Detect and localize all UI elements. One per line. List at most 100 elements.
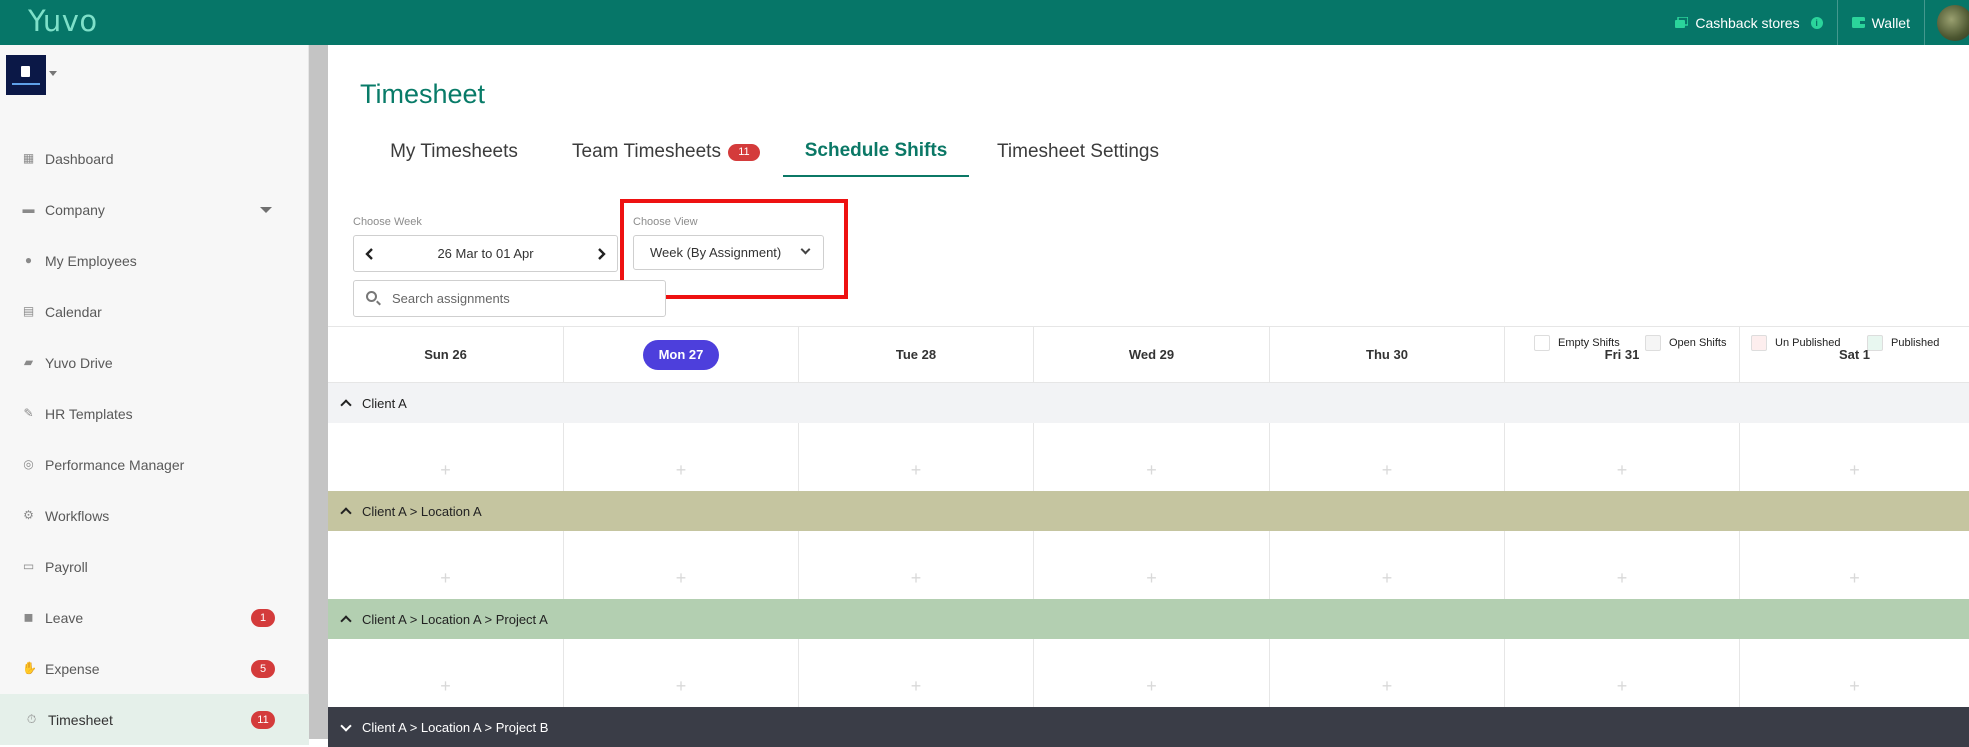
day-label: Tue 28 — [895, 347, 937, 362]
next-week-button[interactable] — [585, 236, 617, 271]
sidebar-item-calendar[interactable]: ▤ Calendar — [0, 286, 309, 337]
add-shift-icon[interactable]: + — [1849, 461, 1860, 479]
add-shift-icon[interactable]: + — [1617, 569, 1628, 587]
shift-cell[interactable]: + — [328, 639, 564, 707]
tab-label: Schedule Shifts — [804, 140, 948, 161]
wallet-link[interactable]: Wallet — [1838, 0, 1924, 45]
shift-cell[interactable]: + — [1270, 531, 1505, 599]
users-icon: ● — [24, 253, 33, 267]
tab-timesheet-settings[interactable]: Timesheet Settings — [973, 127, 1183, 177]
add-shift-icon[interactable]: + — [1849, 569, 1860, 587]
add-shift-icon[interactable]: + — [1382, 461, 1393, 479]
add-shift-icon[interactable]: + — [1146, 677, 1157, 695]
shift-cell[interactable]: + — [1740, 531, 1969, 599]
chevron-left-icon — [365, 248, 373, 261]
add-shift-icon[interactable]: + — [911, 569, 922, 587]
shift-slot-row: + + + + + + + — [328, 531, 1969, 599]
shift-cell[interactable]: + — [1740, 639, 1969, 707]
sidebar-item-timesheet[interactable]: ⏱ Timesheet 11 — [0, 694, 309, 745]
add-shift-icon[interactable]: + — [440, 677, 451, 695]
target-icon: ◎ — [23, 457, 34, 471]
sidebar-item-leave[interactable]: ◼ Leave 1 — [0, 592, 309, 643]
shift-cell[interactable]: + — [564, 639, 799, 707]
add-shift-icon[interactable]: + — [911, 461, 922, 479]
edit-icon: ✎ — [23, 406, 34, 420]
sidebar-item-dashboard[interactable]: ▦ Dashboard — [0, 133, 309, 184]
search-input[interactable] — [392, 281, 662, 316]
tab-schedule-shifts[interactable]: Schedule Shifts — [783, 127, 969, 177]
sidebar-item-hr-templates[interactable]: ✎ HR Templates — [0, 388, 309, 439]
sidebar-item-label: Yuvo Drive — [45, 354, 113, 371]
chevron-down-icon[interactable] — [340, 720, 352, 732]
add-shift-icon[interactable]: + — [1146, 569, 1157, 587]
shift-cell[interactable]: + — [1505, 531, 1740, 599]
sidebar-item-expense[interactable]: ✋ Expense 5 — [0, 643, 309, 694]
company-switcher-caret-icon[interactable] — [49, 71, 57, 76]
shift-cell[interactable]: + — [1034, 531, 1270, 599]
assignment-group-row[interactable]: Client A > Location A > Project A — [328, 599, 1969, 639]
assignment-group-row[interactable]: Client A > Location A — [328, 491, 1969, 531]
week-range[interactable]: 26 Mar to 01 Apr — [386, 236, 585, 271]
chevron-up-icon[interactable] — [340, 507, 352, 519]
assignment-group-row[interactable]: Client A — [328, 383, 1969, 423]
shift-cell[interactable]: + — [328, 423, 564, 491]
top-bar: Yuvo Cashback stores i Wallet — [0, 0, 1969, 45]
day-label: Wed 29 — [1128, 347, 1175, 362]
shift-cell[interactable]: + — [564, 423, 799, 491]
add-shift-icon[interactable]: + — [1382, 677, 1393, 695]
add-shift-icon[interactable]: + — [1617, 461, 1628, 479]
add-shift-icon[interactable]: + — [1849, 677, 1860, 695]
tab-my-timesheets[interactable]: My Timesheets — [354, 127, 554, 177]
add-shift-icon[interactable]: + — [1146, 461, 1157, 479]
shift-cell[interactable]: + — [1270, 423, 1505, 491]
sidebar-item-company[interactable]: ▬ Company — [0, 184, 309, 235]
suitcase-icon: ◼ — [23, 610, 34, 624]
group-label: Client A > Location A > Project B — [362, 719, 549, 735]
shift-cell[interactable]: + — [1034, 639, 1270, 707]
shift-cell[interactable]: + — [1740, 423, 1969, 491]
cashback-icon — [1675, 16, 1689, 28]
sidebar-item-yuvo-drive[interactable]: ▰ Yuvo Drive — [0, 337, 309, 388]
chevron-up-icon[interactable] — [340, 399, 352, 411]
sidebar-item-payroll[interactable]: ▭ Payroll — [0, 541, 309, 592]
dashboard-icon: ▦ — [22, 151, 35, 165]
shift-cell[interactable]: + — [328, 531, 564, 599]
add-shift-icon[interactable]: + — [440, 569, 451, 587]
info-icon[interactable]: i — [1810, 16, 1823, 29]
cashback-stores-link[interactable]: Cashback stores i — [1661, 0, 1836, 45]
sidebar-scrollbar[interactable] — [309, 45, 328, 739]
add-shift-icon[interactable]: + — [676, 461, 687, 479]
top-bar-actions: Cashback stores i Wallet — [1661, 0, 1969, 45]
assignment-group-row[interactable]: Client A > Location A > Project B — [328, 707, 1969, 747]
add-shift-icon[interactable]: + — [676, 677, 687, 695]
shift-cell[interactable]: + — [1034, 423, 1270, 491]
yuvo-logo[interactable]: Yuvo — [28, 4, 98, 38]
day-label: Fri 31 — [1604, 347, 1640, 362]
shift-slot-row: + + + + + + + — [328, 423, 1969, 491]
add-shift-icon[interactable]: + — [1617, 677, 1628, 695]
company-logo[interactable] — [6, 55, 46, 95]
shift-cell[interactable]: + — [799, 531, 1034, 599]
shift-cell[interactable]: + — [799, 423, 1034, 491]
previous-week-button[interactable] — [354, 236, 386, 271]
chevron-down-icon[interactable] — [260, 207, 272, 213]
add-shift-icon[interactable]: + — [440, 461, 451, 479]
shift-cell[interactable]: + — [1505, 423, 1740, 491]
add-shift-icon[interactable]: + — [1382, 569, 1393, 587]
user-avatar[interactable] — [1937, 4, 1969, 41]
sidebar-item-my-employees[interactable]: ● My Employees — [0, 235, 309, 286]
shift-cell[interactable]: + — [1270, 639, 1505, 707]
sidebar-item-workflows[interactable]: ⚙ Workflows — [0, 490, 309, 541]
add-shift-icon[interactable]: + — [676, 569, 687, 587]
add-shift-icon[interactable]: + — [911, 677, 922, 695]
shift-cell[interactable]: + — [1505, 639, 1740, 707]
chevron-up-icon[interactable] — [340, 615, 352, 627]
shift-cell[interactable]: + — [564, 531, 799, 599]
shift-cell[interactable]: + — [799, 639, 1034, 707]
day-label: Thu 30 — [1366, 347, 1408, 362]
sidebar-item-performance-manager[interactable]: ◎ Performance Manager — [0, 439, 309, 490]
tab-team-timesheets[interactable]: Team Timesheets 11 — [556, 127, 776, 177]
week-picker: 26 Mar to 01 Apr — [353, 235, 618, 272]
tab-label: Team Timesheets — [572, 141, 721, 162]
stopwatch-icon: ⏱ — [26, 712, 37, 726]
